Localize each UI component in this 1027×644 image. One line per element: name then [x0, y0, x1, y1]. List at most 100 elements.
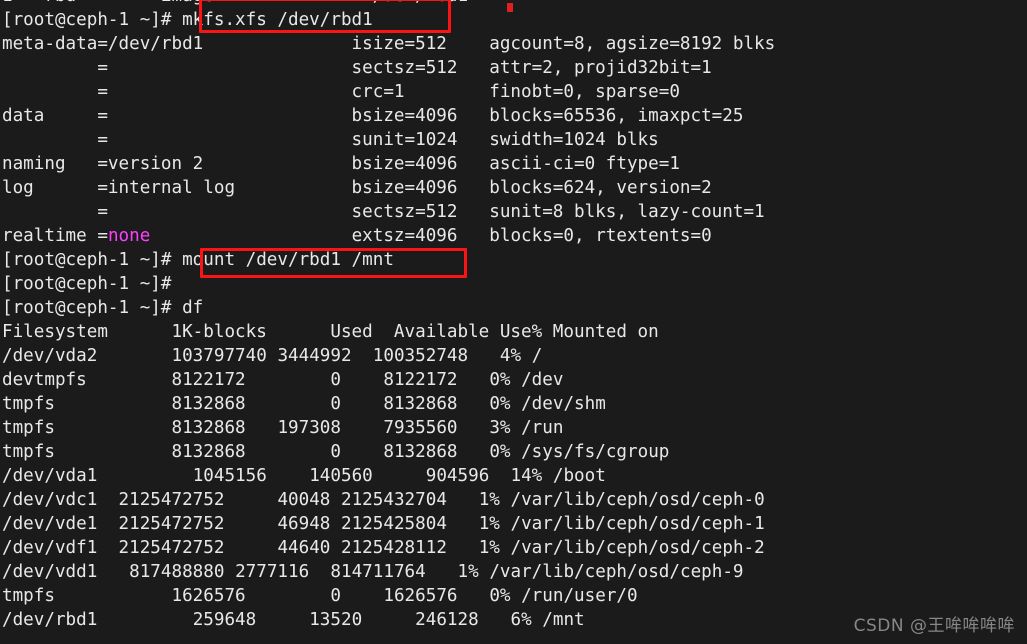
df-cell-filesystem: /dev/vda1 [2, 466, 98, 486]
table-row: /dev/vda1 1045156 140560 904596 14% /boo… [0, 464, 1027, 488]
df-pad [468, 346, 500, 366]
terminal-line-df-command: [root@ceph-1 ~]# df [2, 298, 204, 318]
df-cell-blocks: 8132868 [171, 394, 246, 414]
table-row: /dev/vdc1 2125472752 40048 2125432704 1%… [0, 488, 1027, 512]
df-pad [246, 370, 331, 390]
df-cell-available: 8122172 [383, 370, 458, 390]
df-pad [246, 394, 331, 414]
table-row: /dev/vdf1 2125472752 44640 2125428112 1%… [0, 536, 1027, 560]
terminal-screen: 1 rbd image: /dev/rbd1 [root@ceph-1 ~]# … [0, 0, 1027, 632]
df-pad [97, 562, 129, 582]
df-cell-blocks: 8132868 [171, 418, 246, 438]
df-pad [224, 562, 235, 582]
mkfs-realtime-label: realtime = [2, 226, 108, 246]
df-cell-available: 2125432704 [341, 490, 447, 510]
df-cell-filesystem: /dev/vde1 [2, 514, 98, 534]
df-pad [489, 466, 510, 486]
df-cell-filesystem: tmpfs [2, 442, 55, 462]
terminal-window[interactable]: 1 rbd image: /dev/rbd1 [root@ceph-1 ~]# … [0, 0, 1027, 644]
df-cell-used: 3444992 [277, 346, 352, 366]
df-pad [246, 586, 331, 606]
df-pad [97, 610, 192, 630]
df-cell-use: 0% [489, 370, 511, 390]
table-row: /dev/vde1 2125472752 46948 2125425804 1%… [0, 512, 1027, 536]
df-cell-blocks: 1626576 [171, 586, 246, 606]
df-cell-mounted: /boot [552, 466, 606, 486]
df-cell-available: 1626576 [383, 586, 458, 606]
df-pad [267, 466, 309, 486]
df-cell-mounted: /var/lib/ceph/osd/ceph-0 [510, 490, 765, 510]
terminal-line-mkfs-command: [root@ceph-1 ~]# mkfs.xfs /dev/rbd1 [2, 10, 373, 30]
mkfs-output-row-sectsz: = sectsz=512 attr=2, projid32bit=1 [2, 58, 712, 78]
df-pad [341, 418, 383, 438]
df-pad [97, 514, 118, 534]
df-pad [341, 586, 383, 606]
df-cell-mounted: /dev/shm [521, 394, 606, 414]
df-cell-use: 3% [489, 418, 511, 438]
df-cell-mounted: /var/lib/ceph/osd/ceph-9 [489, 562, 744, 582]
df-cell-mounted: /dev [521, 370, 564, 390]
terminal-line-mount-command: [root@ceph-1 ~]# mount /dev/rbd1 /mnt [2, 250, 394, 270]
df-pad [521, 346, 532, 366]
df-cell-available: 2125428112 [341, 538, 447, 558]
df-pad [246, 418, 278, 438]
df-cell-use: 14% [510, 466, 543, 486]
df-cell-blocks: 1045156 [192, 466, 267, 486]
df-cell-blocks: 2125472752 [118, 538, 225, 558]
df-cell-available: 246128 [415, 610, 479, 630]
df-pad [500, 538, 511, 558]
mkfs-output-row-crc: = crc=1 finobt=0, sparse=0 [2, 82, 680, 102]
df-pad [511, 418, 522, 438]
df-pad [447, 514, 479, 534]
table-row: tmpfs 8132868 197308 7935560 3% /run [0, 416, 1027, 440]
df-cell-filesystem: /dev/vdd1 [2, 562, 98, 582]
df-pad [55, 442, 172, 462]
df-cell-available: 814711764 [330, 562, 426, 582]
table-row: /dev/vda2 103797740 3444992 100352748 4%… [0, 344, 1027, 368]
df-cell-mounted: /var/lib/ceph/osd/ceph-1 [510, 514, 765, 534]
mkfs-output-row-sunit: = sunit=1024 swidth=1024 blks [2, 130, 659, 150]
df-cell-available: 7935560 [383, 418, 458, 438]
df-pad [256, 610, 309, 630]
df-cell-mounted: /sys/fs/cgroup [521, 442, 670, 462]
df-cell-used: 0 [330, 370, 341, 390]
df-pad [55, 586, 172, 606]
df-cell-filesystem: tmpfs [2, 418, 55, 438]
csdn-watermark: CSDN @王哞哞哞哞 [853, 616, 1015, 636]
df-pad [447, 490, 479, 510]
df-pad [362, 610, 415, 630]
df-cell-use: 1% [457, 562, 479, 582]
df-cell-mounted: /mnt [542, 610, 585, 630]
mkfs-output-row-naming: naming =version 2 bsize=4096 ascii-ci=0 … [2, 154, 680, 174]
df-pad [224, 514, 277, 534]
df-cell-available: 904596 [425, 466, 490, 486]
df-cell-use: 1% [478, 514, 500, 534]
df-cell-filesystem: /dev/rbd1 [2, 610, 98, 630]
df-cell-used: 0 [330, 394, 341, 414]
df-cell-used: 0 [330, 442, 341, 462]
df-cell-mounted: /run [521, 418, 564, 438]
table-row: tmpfs 8132868 0 8132868 0% /sys/fs/cgrou… [0, 440, 1027, 464]
df-cell-use: 6% [510, 610, 532, 630]
mkfs-realtime-rest: extsz=4096 blocks=0, rtextents=0 [150, 226, 712, 246]
df-cell-blocks: 259648 [192, 610, 257, 630]
df-pad [458, 370, 490, 390]
df-pad [55, 418, 172, 438]
df-cell-filesystem: devtmpfs [2, 370, 87, 390]
df-pad [224, 490, 277, 510]
df-cell-use: 0% [489, 442, 511, 462]
df-pad [97, 538, 118, 558]
df-pad [447, 538, 479, 558]
df-cell-available: 8132868 [383, 394, 458, 414]
df-pad [267, 346, 278, 366]
df-pad [511, 586, 522, 606]
df-cell-filesystem: /dev/vdc1 [2, 490, 98, 510]
df-cell-blocks: 8122172 [171, 370, 246, 390]
mkfs-output-row-log-sectsz: = sectsz=512 sunit=8 blks, lazy-count=1 [2, 202, 765, 222]
df-cell-blocks: 2125472752 [118, 514, 225, 534]
df-pad [97, 466, 192, 486]
df-pad [55, 394, 172, 414]
df-pad [246, 442, 331, 462]
df-pad [224, 538, 277, 558]
df-pad [458, 418, 490, 438]
